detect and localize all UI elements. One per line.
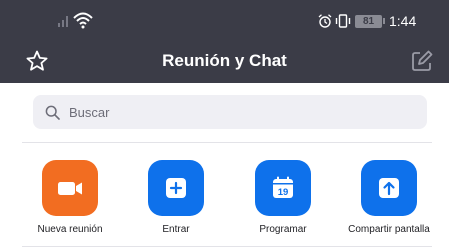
schedule-tile[interactable]: 19 <box>255 160 311 216</box>
vibrate-icon <box>335 14 351 28</box>
status-time: 1:44 <box>389 13 417 29</box>
calendar-icon: 19 <box>273 176 293 198</box>
divider-bottom <box>22 246 432 247</box>
battery-level: 81 <box>355 14 382 28</box>
divider-top <box>22 142 432 143</box>
battery-indicator: 81 <box>355 14 385 28</box>
new-meeting-button[interactable]: Nueva reunión <box>15 160 125 240</box>
new-meeting-label: Nueva reunión <box>37 224 103 235</box>
join-button[interactable]: Entrar <box>121 160 231 240</box>
battery-tip <box>383 18 385 24</box>
status-bar: 81 1:44 <box>0 0 449 40</box>
share-screen-button[interactable]: Compartir pantalla <box>334 160 444 240</box>
page-title: Reunión y Chat <box>162 51 287 70</box>
plus-icon <box>166 178 186 198</box>
video-camera-icon <box>58 182 82 195</box>
join-label: Entrar <box>162 224 190 235</box>
search-icon <box>45 105 60 120</box>
app-header: 81 1:44 Reunión y Chat <box>0 0 449 83</box>
schedule-button[interactable]: 19 Programar <box>228 160 338 240</box>
share-screen-label: Compartir pantalla <box>348 224 430 235</box>
status-right-group: 81 1:44 <box>318 12 416 30</box>
share-screen-icon <box>379 178 399 198</box>
compose-icon[interactable] <box>410 49 434 73</box>
search-bar[interactable] <box>33 95 427 129</box>
share-screen-tile[interactable] <box>361 160 417 216</box>
signal-wifi-icon <box>58 12 93 29</box>
calendar-day: 19 <box>278 187 289 198</box>
search-input[interactable] <box>69 95 409 129</box>
new-meeting-tile[interactable] <box>42 160 98 216</box>
join-tile[interactable] <box>148 160 204 216</box>
alarm-icon <box>318 14 332 28</box>
schedule-label: Programar <box>259 224 307 235</box>
